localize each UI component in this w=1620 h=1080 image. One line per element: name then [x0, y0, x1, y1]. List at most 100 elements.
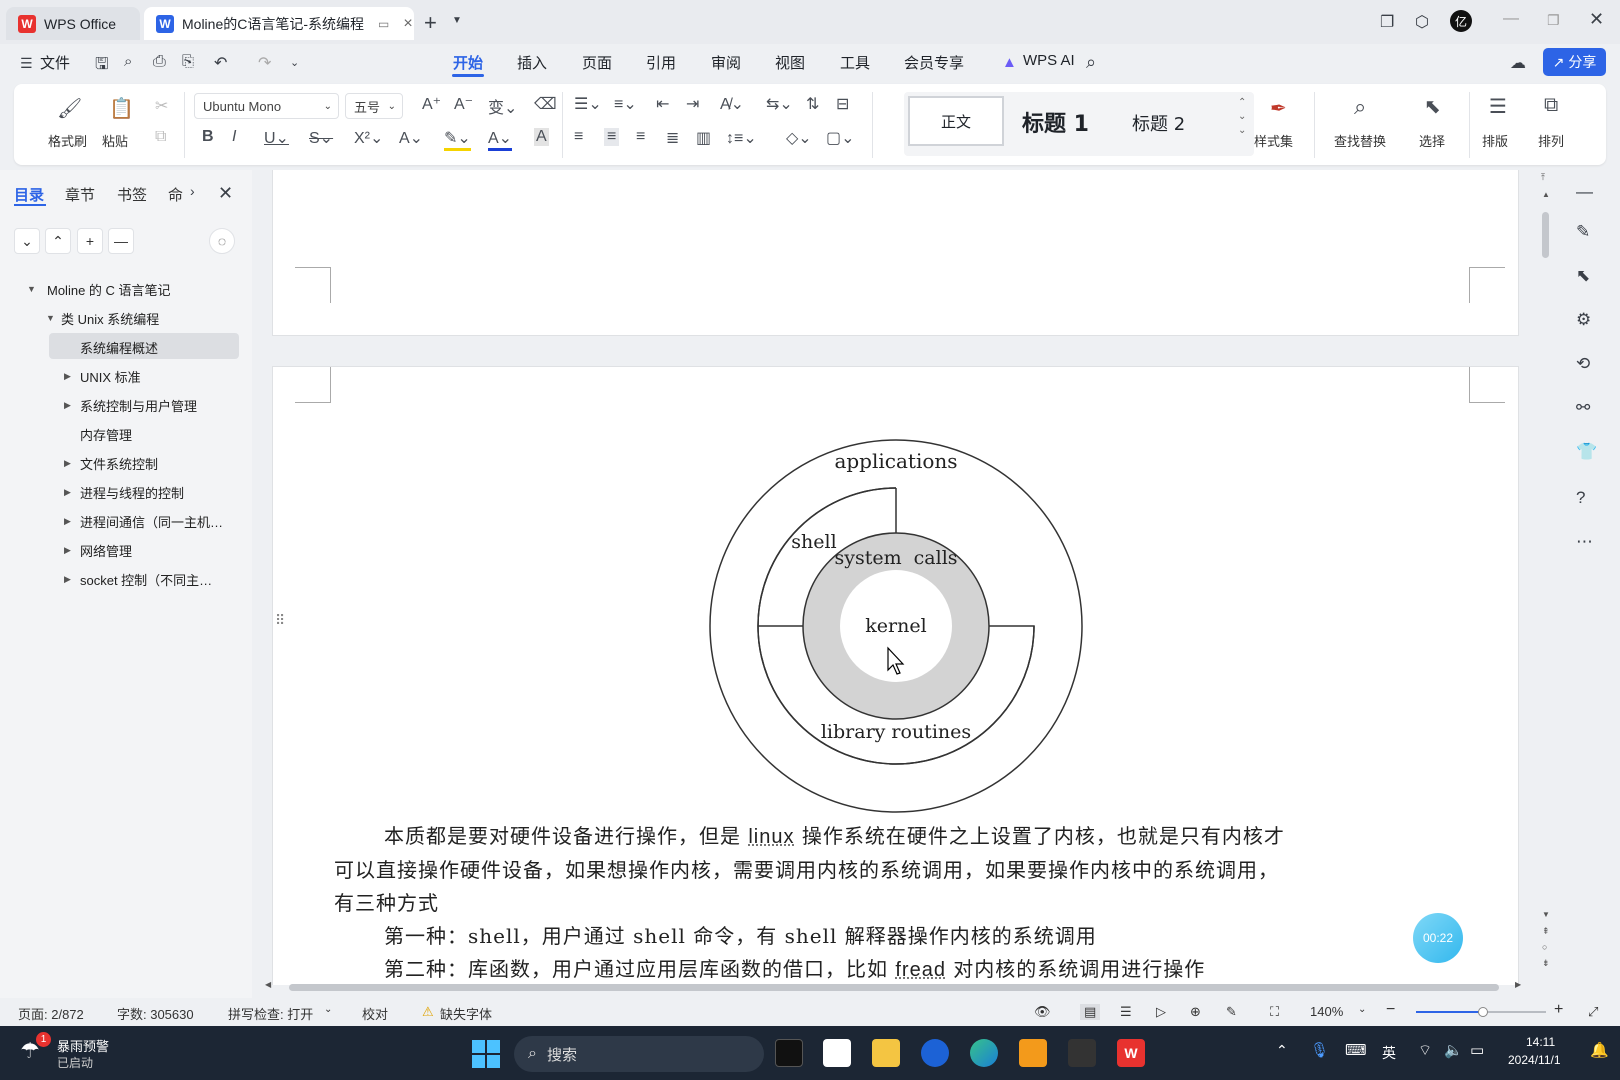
toc-item[interactable]: 类 Unix 系统编程 — [61, 309, 159, 328]
share-button[interactable]: ↗ 分享 — [1543, 48, 1606, 76]
new-tab-icon[interactable]: + — [424, 10, 437, 36]
panel-close-icon[interactable]: ✕ — [218, 183, 233, 204]
print-preview-icon[interactable]: ⎘ — [182, 53, 194, 70]
clear-format-icon[interactable]: ⌫ — [534, 94, 557, 114]
style-scroll-icon[interactable]: ⌃ ⌄ ⌄ — [1238, 96, 1246, 138]
menu-review[interactable]: 审阅 — [711, 52, 741, 73]
page-count[interactable]: 页面: 2/872 — [18, 1004, 84, 1023]
style-set-icon[interactable]: ✒ — [1270, 96, 1287, 121]
volume-icon[interactable]: 🔈 — [1444, 1041, 1463, 1059]
caret-down-icon[interactable]: ▼ — [27, 284, 36, 294]
undo-icon[interactable]: ↶ — [214, 53, 227, 73]
format-painter-icon[interactable]: 🖌 — [57, 96, 82, 121]
font-size-select[interactable]: 五号 ⌄ — [345, 93, 403, 119]
zoom-out-icon[interactable]: − — [1386, 1001, 1395, 1019]
pen-icon[interactable]: ✎ — [1576, 222, 1590, 242]
find-replace-label[interactable]: 查找替换 — [1334, 131, 1386, 150]
toc-item[interactable]: 进程与线程的控制 — [80, 483, 184, 502]
horizontal-scroll-thumb[interactable] — [289, 984, 1499, 991]
style-heading-2[interactable]: 标题 2 — [1132, 110, 1185, 136]
caret-right-icon[interactable]: ▶ — [64, 574, 71, 585]
next-page-icon[interactable]: ⇟ — [1542, 958, 1550, 969]
close-window-icon[interactable]: ✕ — [1589, 9, 1604, 30]
style-heading-1[interactable]: 标题 1 — [1022, 106, 1089, 138]
horizontal-scrollbar[interactable]: ◀ ▶ — [265, 980, 1525, 992]
caret-right-icon[interactable]: ▶ — [64, 516, 71, 527]
caret-right-icon[interactable]: ▶ — [64, 487, 71, 498]
save-icon[interactable]: 🖫 — [95, 53, 109, 80]
toc-item[interactable]: socket 控制（不同主… — [80, 570, 212, 589]
user-avatar[interactable]: 亿 — [1450, 10, 1472, 32]
menu-member[interactable]: 会员专享 — [904, 52, 964, 73]
select-icon[interactable]: ⬉ — [1424, 94, 1441, 119]
scroll-down-icon[interactable]: ▼ — [1542, 910, 1550, 919]
web-view-icon[interactable]: ⊕ — [1190, 1004, 1201, 1020]
locate-button[interactable]: ◌ — [209, 228, 235, 254]
sort-icon[interactable]: ⇅ — [806, 94, 819, 114]
scroll-left-icon[interactable]: ◀ — [265, 980, 271, 989]
missing-font[interactable]: 缺失字体 — [440, 1004, 492, 1023]
align-center-icon[interactable]: ≡ — [604, 128, 620, 146]
tray-chevron-icon[interactable]: ⌃ — [1276, 1042, 1288, 1059]
prev-page-icon[interactable]: ⇞ — [1542, 926, 1550, 937]
caret-right-icon[interactable]: ▶ — [64, 545, 71, 556]
text-direction-icon[interactable]: ⇆⌄ — [766, 94, 793, 114]
copy-icon[interactable]: ⧉ — [155, 128, 166, 146]
underline-icon[interactable]: U⌄ — [264, 128, 289, 148]
weather-title[interactable]: 暴雨预警 — [57, 1036, 109, 1055]
grow-font-icon[interactable]: A⁺ — [422, 94, 441, 114]
align-left-icon[interactable]: ≡ — [574, 128, 583, 146]
add-heading-button[interactable]: + — [77, 228, 103, 254]
toc-item[interactable]: 进程间通信（同一主机… — [80, 512, 223, 531]
collapse-sidebar-icon[interactable]: — — [1576, 182, 1593, 202]
microphone-icon[interactable]: 🎙 — [1310, 1041, 1329, 1059]
style-set-label[interactable]: 样式集 — [1254, 131, 1293, 150]
expand-up-button[interactable]: ⌃ — [45, 228, 71, 254]
caret-right-icon[interactable]: ▶ — [64, 400, 71, 411]
line-spacing-icon[interactable]: ↕≡⌄ — [726, 128, 757, 148]
hamburger-icon[interactable]: ☰ — [20, 55, 33, 72]
font-name-select[interactable]: Ubuntu Mono ⌄ — [194, 93, 339, 119]
restore-icon[interactable]: ❐ — [1547, 12, 1560, 29]
menu-view[interactable]: 视图 — [775, 52, 805, 73]
clock-time[interactable]: 14:11 — [1526, 1035, 1555, 1049]
menu-start[interactable]: 开始 — [453, 52, 483, 73]
menu-tools[interactable]: 工具 — [840, 52, 870, 73]
arrange-icon[interactable]: ⧉ — [1544, 94, 1558, 117]
page-view-icon[interactable]: ▤ — [1080, 1004, 1101, 1020]
close-tab-icon[interactable]: × — [403, 15, 412, 33]
window-layout-icon[interactable]: ❐ — [1380, 12, 1394, 32]
nodes-icon[interactable]: ⚯ — [1576, 398, 1590, 418]
chinese-layout-icon[interactable]: A̸⌄ — [720, 94, 744, 114]
menu-wps-ai[interactable]: WPS AI — [1023, 52, 1075, 69]
strikethrough-icon[interactable]: S⌄ — [309, 128, 333, 148]
pointer-icon[interactable]: ⬉ — [1576, 266, 1590, 286]
caret-right-icon[interactable]: ▶ — [64, 458, 71, 469]
tab-document[interactable]: W Moline的C语言笔记-系统编程 ▭ × — [144, 7, 414, 40]
minimize-icon[interactable]: — — [1503, 10, 1519, 28]
file-explorer-icon[interactable] — [872, 1039, 900, 1067]
more-icon[interactable]: ⋯ — [1576, 532, 1593, 552]
print-icon[interactable]: ⎙ — [153, 53, 166, 71]
collapse-all-button[interactable]: ⌄ — [14, 228, 40, 254]
paste-label[interactable]: 粘贴 — [102, 131, 128, 150]
toc-item[interactable]: 文件系统控制 — [80, 454, 158, 473]
bullet-list-icon[interactable]: ☰⌄ — [574, 94, 602, 114]
more-chevron-icon[interactable]: ⌄ — [290, 56, 299, 69]
app-orange-icon[interactable] — [1019, 1039, 1047, 1067]
help-icon[interactable]: ? — [1576, 488, 1585, 508]
play-icon[interactable]: ▷ — [1156, 1004, 1166, 1020]
highlight-icon[interactable]: ✎⌄ — [444, 128, 471, 151]
char-shading-icon[interactable]: A — [534, 128, 549, 146]
show-marks-icon[interactable]: ⊟ — [836, 94, 849, 114]
clock-date[interactable]: 2024/11/1 — [1508, 1053, 1561, 1067]
layout-icon[interactable]: ☰ — [1489, 94, 1507, 119]
scroll-top-icon[interactable]: ⤒ — [1541, 172, 1545, 183]
taskbar-search[interactable]: ⌕ 搜索 — [514, 1036, 764, 1072]
superscript-icon[interactable]: X²⌄ — [354, 128, 383, 148]
shirt-icon[interactable]: 👕 — [1576, 442, 1597, 462]
panel-tab-bookmarks[interactable]: 书签 — [117, 184, 147, 205]
increase-indent-icon[interactable]: ⇥ — [686, 94, 699, 114]
shrink-font-icon[interactable]: A⁻ — [454, 94, 473, 114]
edge-icon[interactable] — [970, 1039, 998, 1067]
